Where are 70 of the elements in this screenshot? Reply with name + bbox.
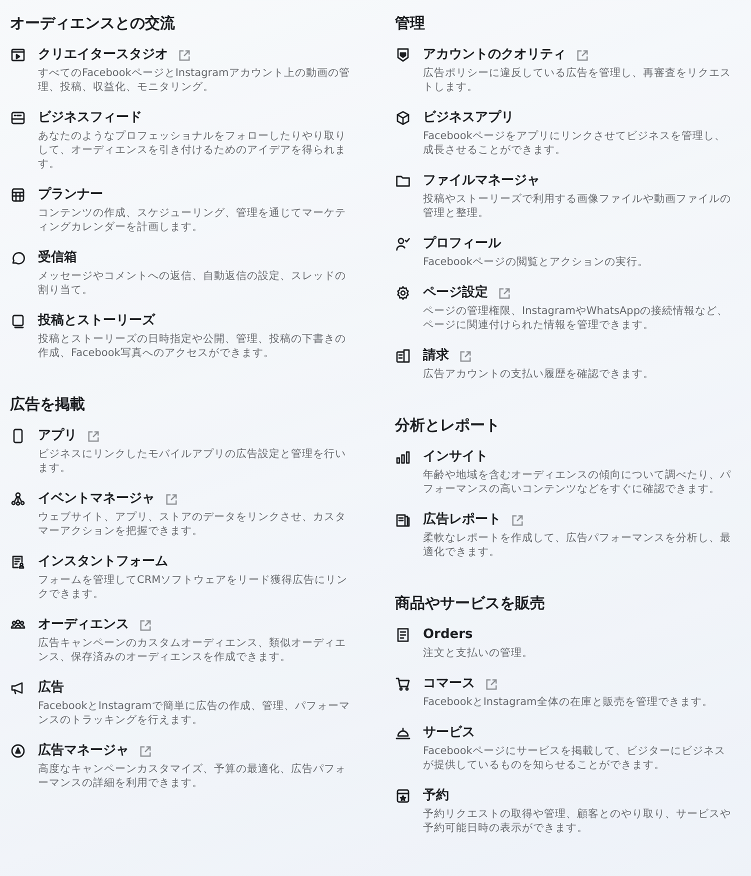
tool-link[interactable]: ファイルマネージャ xyxy=(423,172,540,190)
tool-description: ウェブサイト、アプリ、ストアのデータをリンクさせ、カスタマーアクションを把握できます。 xyxy=(38,510,347,538)
tool-description: 投稿やストーリーズで利用する画像ファイルや動画ファイルの管理と整理。 xyxy=(423,192,732,220)
tool-link[interactable]: 予約 xyxy=(423,787,449,805)
tool-link[interactable]: 受信箱 xyxy=(38,249,77,267)
tool-description: 広告キャンペーンのカスタムオーディエンス、類似オーディエンス、保存済みのオーディエンスを作成できます。 xyxy=(38,636,347,664)
pages-icon xyxy=(10,313,26,329)
tool-link[interactable]: アプリ xyxy=(38,427,77,445)
tool-link[interactable]: オーディエンス xyxy=(38,616,129,634)
tool-description: 注文と支払いの管理。 xyxy=(423,646,534,660)
tool-link[interactable]: 広告 xyxy=(38,679,64,697)
cube-icon xyxy=(395,110,411,126)
shield-icon xyxy=(395,47,411,63)
section-heading: 管理 xyxy=(395,13,425,34)
document-stack-icon xyxy=(395,348,411,364)
compass-icon xyxy=(10,743,26,759)
tool-description: すべてのFacebookページとInstagramアカウント上の動画の管理、投稿、収益化、モニタリング。 xyxy=(38,66,350,94)
tool-description: ページの管理権限、InstagramやWhatsAppの接続情報など、ページに関連付けられた情報を管理できます。 xyxy=(423,304,729,332)
tool-link[interactable]: アカウントのクオリティ xyxy=(423,46,566,64)
receipt-icon xyxy=(395,627,411,643)
section-heading: 分析とレポート xyxy=(395,415,500,436)
calendar-icon xyxy=(10,187,26,203)
tool-description: 年齢や地域を含むオーディエンスの傾向について調べたり、パフォーマンスの高いコンテンツなどをすぐに確認できます。 xyxy=(423,468,732,496)
nodes-icon xyxy=(10,491,26,507)
tool-description: コンテンツの作成、スケジューリング、管理を通じてマーケティングカレンダーを計画します。 xyxy=(38,206,347,234)
tool-link[interactable]: ビジネスフィード xyxy=(38,109,142,127)
section-heading: 商品やサービスを販売 xyxy=(395,593,545,614)
tool-description: Facebookページをアプリにリンクさせてビジネスを管理し、成長させることができます。 xyxy=(423,129,726,157)
tool-description: 高度なキャンペーンカスタマイズ、予算の最適化、広告パフォーマンスの詳細を利用できます。 xyxy=(38,762,347,790)
tool-link[interactable]: 広告マネージャ xyxy=(38,742,129,760)
tool-description: 予約リクエストの取得や管理、顧客とのやり取り、サービスや予約可能日時の表示ができます。 xyxy=(423,807,732,835)
tool-description: 広告アカウントの支払い履歴を確認できます。 xyxy=(423,367,655,381)
tool-description: 投稿とストーリーズの日時指定や公開、管理、投稿の下書きの作成、Facebook写真へのアクセスができます。 xyxy=(38,332,347,360)
form-icon xyxy=(10,554,26,570)
tool-link[interactable]: プロフィール xyxy=(423,235,501,253)
tool-description: FacebookとInstagram全体の在庫と販売を管理できます。 xyxy=(423,695,714,709)
tool-description: Facebookページの閲覧とアクションの実行。 xyxy=(423,255,650,269)
tool-link[interactable]: 請求 xyxy=(423,347,449,365)
tool-link[interactable]: 投稿とストーリーズ xyxy=(38,312,155,330)
tool-link[interactable]: イベントマネージャ xyxy=(38,490,155,508)
tool-description: ビジネスにリンクしたモバイルアプリの広告設定と管理を行います。 xyxy=(38,447,347,475)
tool-link[interactable]: ビジネスアプリ xyxy=(423,109,514,127)
tool-description: 広告ポリシーに違反している広告を管理し、再審査をリクエストします。 xyxy=(423,66,732,94)
tool-description: Facebookページにサービスを掲載して、ビジターにビジネスが提供しているものを知らせることができます。 xyxy=(423,744,726,772)
tool-link[interactable]: Orders xyxy=(423,626,473,644)
bar-chart-icon xyxy=(395,449,411,465)
tool-link[interactable]: インスタントフォーム xyxy=(38,553,168,571)
tool-description: 柔軟なレポートを作成して、広告パフォーマンスを分析し、最適化できます。 xyxy=(423,531,732,559)
section-heading: オーディエンスとの交流 xyxy=(10,13,175,34)
cart-icon xyxy=(395,676,411,692)
feed-icon xyxy=(10,110,26,126)
chat-bubble-icon xyxy=(10,250,26,266)
section-heading: 広告を掲載 xyxy=(10,394,85,415)
report-icon xyxy=(395,512,411,528)
tool-link[interactable]: 広告レポート xyxy=(423,511,501,529)
tool-description: FacebookとInstagramで簡単に広告の作成、管理、パフォーマンスのトラッキングを行えます。 xyxy=(38,699,350,727)
video-icon xyxy=(10,47,26,63)
folder-icon xyxy=(395,173,411,189)
tool-link[interactable]: コマース xyxy=(423,675,475,693)
service-bell-icon xyxy=(395,725,411,741)
tool-description: フォームを管理してCRMソフトウェアをリード獲得広告にリンクできます。 xyxy=(38,573,349,601)
settings-icon xyxy=(395,285,411,301)
person-check-icon xyxy=(395,236,411,252)
tool-link[interactable]: クリエイタースタジオ xyxy=(38,46,168,64)
tool-link[interactable]: インサイト xyxy=(423,448,488,466)
tool-description: あなたのようなプロフェッショナルをフォローしたりやり取りして、オーディエンスを引き付けるためのアイデアを得られます。 xyxy=(38,129,347,171)
tool-link[interactable]: ページ設定 xyxy=(423,284,488,302)
tool-link[interactable]: プランナー xyxy=(38,186,103,204)
tool-link[interactable]: サービス xyxy=(423,724,475,742)
tool-description: メッセージやコメントへの返信、自動返信の設定、スレッドの割り当て。 xyxy=(38,269,347,297)
